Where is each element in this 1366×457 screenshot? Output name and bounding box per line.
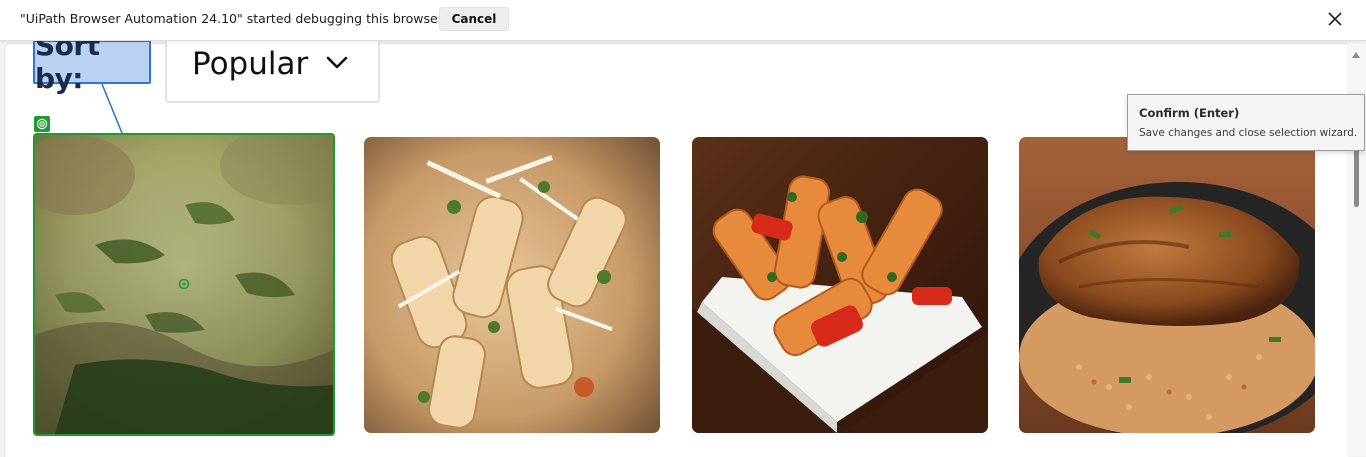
recipe-image-chicken-rice: [1019, 137, 1315, 433]
scroll-up-arrow-icon[interactable]: [1352, 52, 1360, 58]
recipe-card-1[interactable]: [33, 133, 335, 436]
target-icon: [34, 116, 50, 132]
recipe-image-penne-parmesan: [364, 137, 660, 433]
sort-by-label: Sort by:: [33, 29, 151, 95]
tooltip-title: Confirm (Enter): [1139, 106, 1240, 120]
scrollbar-thumb[interactable]: [1354, 147, 1359, 207]
confirm-tooltip: Confirm (Enter) Save changes and close s…: [1127, 94, 1365, 151]
close-icon[interactable]: [1324, 8, 1346, 30]
recipe-card-4[interactable]: [1019, 137, 1315, 433]
chevron-down-icon: [325, 55, 349, 76]
sort-selected-value: Popular: [192, 46, 309, 82]
recipe-image-spinach-cream: [35, 135, 333, 434]
cancel-debug-button[interactable]: Cancel: [439, 7, 509, 31]
debug-infobar: "UiPath Browser Automation 24.10" starte…: [0, 0, 1366, 41]
recipe-image-cajun-penne: [692, 137, 988, 433]
recipe-card-3[interactable]: [692, 137, 988, 433]
recipe-card-2[interactable]: [364, 137, 660, 433]
debug-message: "UiPath Browser Automation 24.10" starte…: [20, 11, 443, 26]
tooltip-body: Save changes and close selection wizard.: [1139, 127, 1358, 139]
